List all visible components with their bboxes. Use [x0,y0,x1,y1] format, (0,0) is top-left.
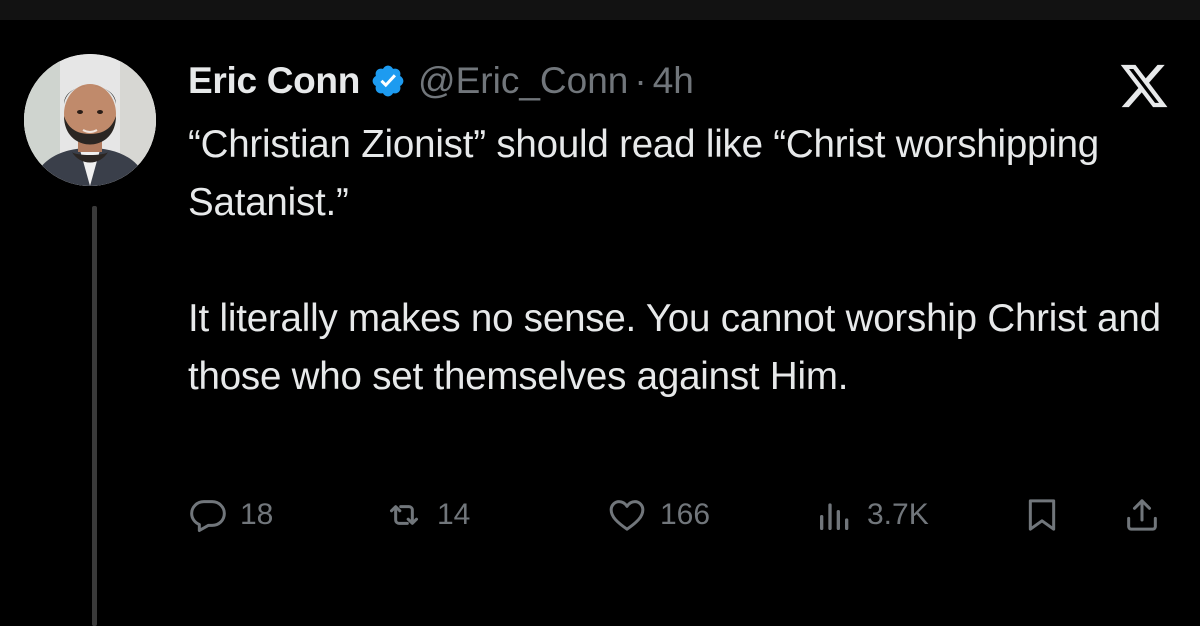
thread-line [92,206,97,626]
heart-icon [606,495,648,535]
bookmark-button[interactable] [1022,490,1062,540]
repost-count: 14 [437,498,471,531]
repost-button[interactable]: 14 [383,490,470,540]
verified-badge-icon [370,63,406,99]
views-count: 3.7K [867,498,929,531]
author-handle[interactable]: @Eric_Conn [418,60,628,102]
tweet-paragraph: “Christian Zionist” should read like “Ch… [188,123,1100,224]
avatar[interactable] [24,54,156,186]
views-button[interactable]: 3.7K [815,490,929,540]
reply-button[interactable]: 18 [188,490,273,540]
like-button[interactable]: 166 [606,490,710,540]
tweet: Eric Conn @Eric_Conn · 4h “Christian Zio… [0,20,1200,626]
tweet-header: Eric Conn @Eric_Conn · 4h [188,56,694,106]
x-logo-icon [1118,60,1170,112]
reply-count: 18 [240,498,274,531]
timestamp[interactable]: 4h [653,60,694,102]
bookmark-icon [1022,495,1062,535]
reply-icon [188,495,228,535]
share-icon [1122,495,1162,535]
action-bar: 18 14 166 3.7K [0,490,1200,540]
like-count: 166 [660,498,711,531]
author-name[interactable]: Eric Conn [188,60,360,102]
separator-dot: · [634,60,647,101]
top-bar [0,0,1200,20]
share-button[interactable] [1122,490,1162,540]
repost-icon [383,495,425,535]
tweet-paragraph: It literally makes no sense. You cannot … [188,297,1161,398]
views-icon [815,495,855,535]
avatar-photo [24,54,156,186]
tweet-text: “Christian Zionist” should read like “Ch… [188,116,1178,406]
